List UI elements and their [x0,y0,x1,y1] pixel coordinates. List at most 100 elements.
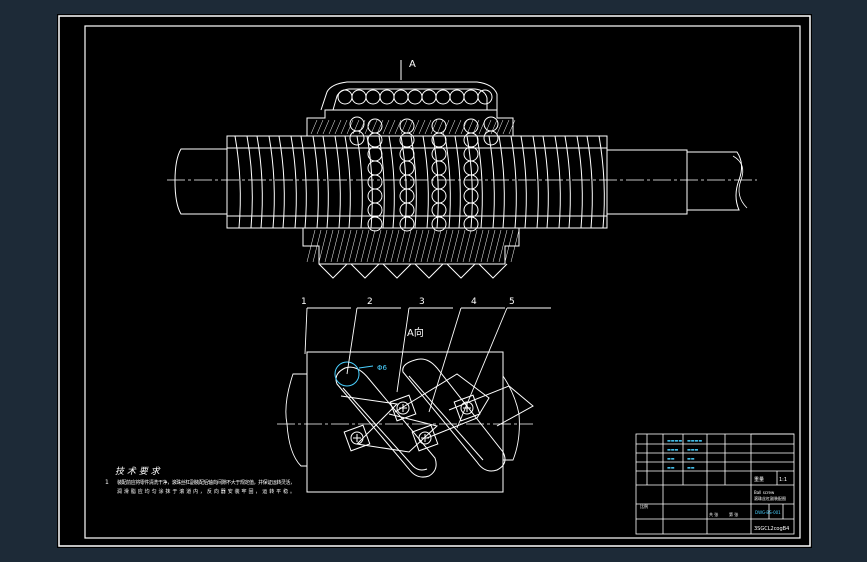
ball [463,132,479,148]
hatch-line [474,229,484,263]
hatch-line [334,119,342,135]
ball [463,188,479,204]
part-number-3: 3 [419,297,425,307]
thread-line [290,135,297,229]
ball [337,89,353,105]
section-label: A [409,59,416,70]
ball [463,202,479,218]
hatch-line [354,229,364,263]
hatch-line [372,229,382,263]
ball [463,146,479,162]
dimension-label: Φ6 [377,364,388,372]
file-name: 3SGCL2cogB4 [754,526,789,532]
ball [463,174,479,190]
hatch-line [508,119,516,135]
ball [483,116,499,132]
part-leaders: 1 2 3 4 5 [301,297,551,429]
leader-line [346,307,358,375]
a-view: A向 [277,326,533,493]
hatch-line [454,119,462,135]
ball [367,188,383,204]
thread-line [576,135,583,229]
tech-line-2: 润滑脂应均匀涂抹于滚道内，反向器安装牢固，运转平稳。 [117,488,295,495]
leader-line [396,307,410,393]
thread-line [268,135,275,229]
part-number-1: 1 [301,297,307,307]
part-number-4: 4 [471,297,477,307]
hatch-line [328,119,336,135]
nut-tooth [382,263,412,279]
ball [399,146,415,162]
thread-line [598,135,605,229]
technical-requirements: 技 术 要 求 1 装配前应将零件清洗干净，滚珠丝杠副装配后轴向间隙不大于规定值… [105,466,295,495]
thread-line [466,135,473,229]
shaft-left-end [174,148,228,215]
thread-line [532,135,539,229]
hatch-line [378,229,388,263]
svg-text:▬▬▬: ▬▬▬ [687,447,699,452]
cad-drawing: A A向 Φ6 1 2 3 4 5 技 术 要 求 1 装配前应将零件清洗干净，… [58,15,811,547]
sheet-of: 第 张 [729,511,738,517]
hatch-line [396,229,406,263]
ball [349,116,365,132]
ball [367,160,383,176]
scale-label: 比例 [640,503,648,509]
hatch-line [492,229,502,263]
hatch-line [456,229,466,263]
hatch-line [418,119,426,135]
nut-tooth [478,263,508,279]
ball [431,202,447,218]
svg-text:▬▬▬▬: ▬▬▬▬ [687,438,702,443]
hatch-line [448,119,456,135]
thread-line [454,135,461,229]
ball [399,118,415,134]
hatch-line [502,119,510,135]
thread-line [278,135,285,229]
thread-line [388,135,395,229]
part-number-5: 5 [509,297,515,307]
ball [431,146,447,162]
hatch-line [468,229,478,263]
hatch-line [462,229,472,263]
hatch-line [450,229,460,263]
hatch-line [432,229,442,263]
view-label: A向 [407,326,424,339]
ball [483,130,499,146]
outer-border [58,15,811,547]
ball [463,89,479,105]
thread-line [520,135,527,229]
ball [421,89,437,105]
thread-line [554,135,561,229]
thread-line [422,135,429,229]
nut-tooth [350,263,380,279]
ball [399,160,415,176]
company-line-2: 滚珠丝杠副装配图 [754,495,786,501]
ball [435,89,451,105]
hatch-line [316,119,324,135]
ball [431,160,447,176]
thread-line [344,135,351,229]
hatch-line [420,229,430,263]
hatch-line [336,229,346,263]
svg-text:▬▬: ▬▬ [667,465,675,470]
thread-line [586,135,593,229]
drawing-number: DWG-BS-001 [755,510,781,515]
section-marker-a: A [400,59,416,80]
drawing-sheet: A A向 Φ6 1 2 3 4 5 技 术 要 求 1 装配前应将零件清洗干净，… [57,14,812,548]
ball [399,202,415,218]
thread-line [488,135,495,229]
hatch-line [390,229,400,263]
hatch-line [402,229,412,263]
thread-line [234,135,241,229]
leader-line [304,307,308,355]
ball [367,202,383,218]
hatch-line [384,229,394,263]
ball [431,118,447,134]
scale-value: 1:1 [779,477,787,483]
inner-border [84,25,801,539]
svg-text:▬▬: ▬▬ [687,456,695,461]
thread-line [510,135,517,229]
svg-text:▬▬: ▬▬ [687,465,695,470]
hatch-line [310,119,318,135]
ball [367,216,383,232]
